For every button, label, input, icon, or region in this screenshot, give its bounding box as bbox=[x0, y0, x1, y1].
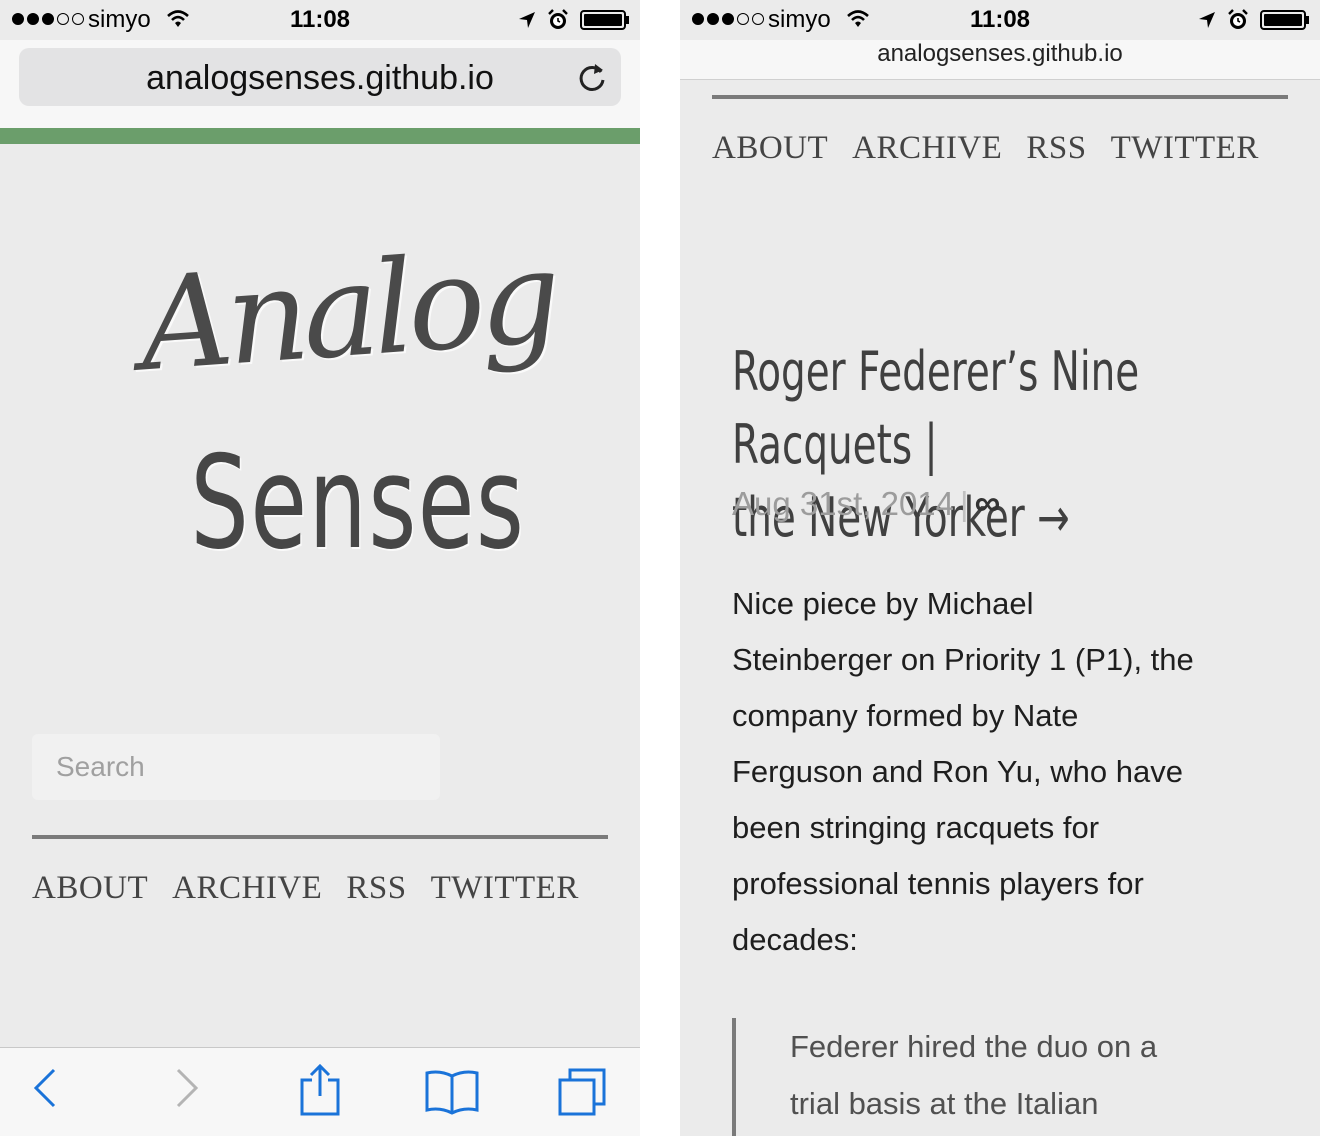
location-arrow-icon bbox=[519, 12, 535, 28]
safari-toolbar bbox=[0, 1047, 640, 1136]
url-text[interactable]: analogsenses.github.io bbox=[680, 40, 1320, 68]
body-line: professional tennis players for bbox=[732, 866, 1144, 901]
clock: 11:08 bbox=[969, 6, 1031, 33]
nav-twitter[interactable]: TWITTER bbox=[1111, 130, 1259, 167]
nav-rss[interactable]: RSS bbox=[346, 870, 406, 907]
divider bbox=[712, 95, 1288, 99]
post-title-line: Roger Federer’s Nine Racquets | bbox=[732, 340, 1140, 476]
forward-icon[interactable] bbox=[172, 1064, 202, 1112]
safari-address-bar: analogsenses.github.io bbox=[0, 40, 640, 128]
alarm-clock-icon bbox=[548, 9, 568, 29]
post-content: ABOUT ARCHIVE RSS TWITTER Roger Federer’… bbox=[680, 80, 1320, 1136]
nav-archive[interactable]: ARCHIVE bbox=[852, 130, 1002, 167]
battery-icon bbox=[1260, 10, 1309, 30]
post-screen: simyo 11:08 analogsenses.github.io ABOUT… bbox=[680, 0, 1320, 1136]
nav-rss[interactable]: RSS bbox=[1026, 130, 1086, 167]
main-nav: ABOUT ARCHIVE RSS TWITTER bbox=[712, 130, 1259, 167]
body-line: Ferguson and Ron Yu, who have bbox=[732, 754, 1183, 789]
post-date: Aug 31st, 2014 bbox=[732, 485, 955, 522]
quote-line: trial basis at the Italian bbox=[790, 1086, 1099, 1121]
reload-icon[interactable] bbox=[576, 60, 608, 94]
body-line: Nice piece by Michael bbox=[732, 586, 1034, 621]
safari-minimal-bar[interactable]: analogsenses.github.io bbox=[680, 40, 1320, 80]
status-bar: simyo 11:08 bbox=[0, 0, 640, 40]
page-content: Analog Senses ABOUT ARCHIVE RSS TWITTER bbox=[0, 144, 640, 1047]
post-meta: Aug 31st, 2014 | ∞ bbox=[732, 482, 1000, 524]
divider bbox=[32, 835, 608, 839]
tabs-icon[interactable] bbox=[556, 1066, 608, 1118]
status-bar: simyo 11:08 bbox=[680, 0, 1320, 40]
url-text[interactable]: analogsenses.github.io bbox=[19, 59, 621, 98]
url-field[interactable]: analogsenses.github.io bbox=[19, 48, 621, 106]
alarm-clock-icon bbox=[1228, 9, 1248, 29]
logo-senses: Senses bbox=[190, 429, 526, 578]
nav-about[interactable]: ABOUT bbox=[712, 130, 828, 167]
battery-icon bbox=[580, 10, 629, 30]
body-line: been stringing racquets for bbox=[732, 810, 1100, 845]
main-nav: ABOUT ARCHIVE RSS TWITTER bbox=[32, 870, 579, 907]
nav-archive[interactable]: ARCHIVE bbox=[172, 870, 322, 907]
share-icon[interactable] bbox=[298, 1062, 342, 1118]
nav-about[interactable]: ABOUT bbox=[32, 870, 148, 907]
meta-separator: | bbox=[960, 485, 969, 522]
header-accent-bar bbox=[0, 128, 640, 144]
search-input[interactable] bbox=[32, 734, 440, 800]
logo-analog: Analog bbox=[135, 222, 560, 401]
location-arrow-icon bbox=[1199, 12, 1215, 28]
body-line: company formed by Nate bbox=[732, 698, 1079, 733]
clock: 11:08 bbox=[289, 6, 351, 33]
bookmarks-icon[interactable] bbox=[424, 1068, 480, 1116]
nav-twitter[interactable]: TWITTER bbox=[431, 870, 579, 907]
body-line: decades: bbox=[732, 922, 858, 957]
permalink-icon[interactable]: ∞ bbox=[975, 482, 1001, 523]
post-body: Nice piece by Michael Steinberger on Pri… bbox=[732, 576, 1272, 968]
home-screen: simyo 11:08 analogsenses.github.io Analo… bbox=[0, 0, 640, 1136]
site-logo[interactable]: Analog Senses bbox=[135, 223, 560, 614]
quote-line: Federer hired the duo on a bbox=[790, 1029, 1158, 1064]
blockquote: Federer hired the duo on a trial basis a… bbox=[732, 1018, 1292, 1136]
back-icon[interactable] bbox=[30, 1064, 60, 1112]
body-line: Steinberger on Priority 1 (P1), the bbox=[732, 642, 1194, 677]
